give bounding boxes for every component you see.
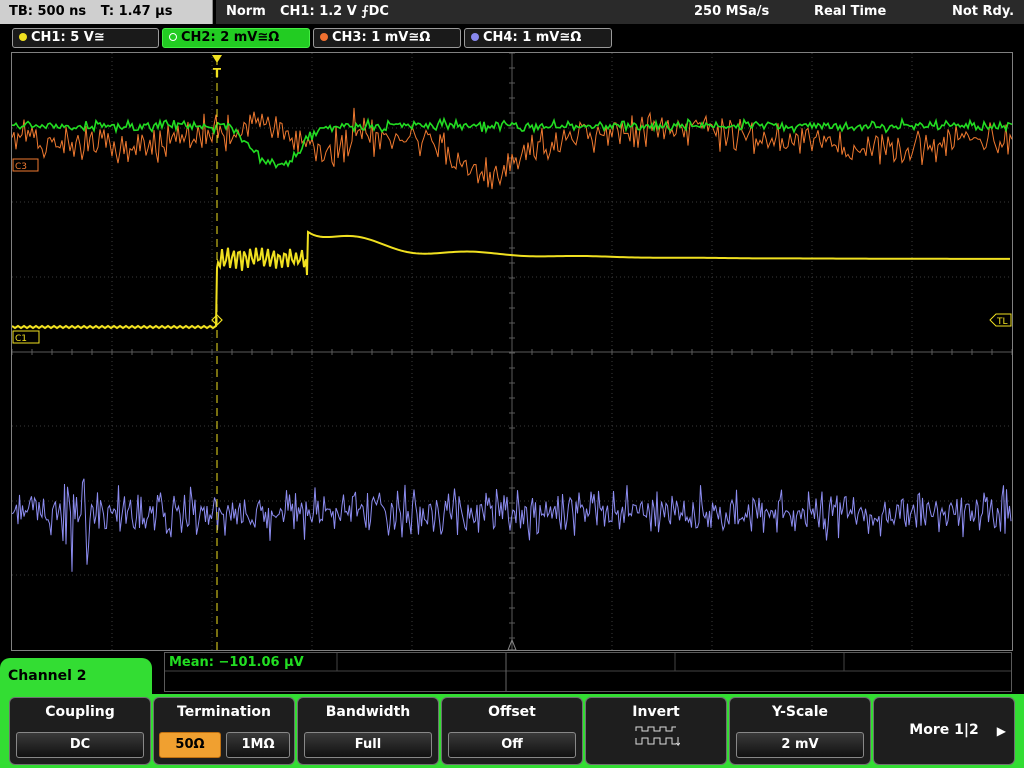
trigger-status: Not Rdy. [952,4,1015,19]
ch3-marker-label: C3 [15,162,27,172]
termination-1m-option[interactable]: 1MΩ [226,732,290,758]
termination-50-option[interactable]: 50Ω [159,732,221,758]
ch1-trace [12,230,1011,330]
trigger-status-box[interactable]: Norm CH1: 1.2 V ⨍DC 250 MSa/s Real Time … [216,0,1024,24]
ch3-ground-marker[interactable]: C3 [12,158,39,172]
yscale-softkey[interactable]: Y-Scale 2 mV [729,697,871,765]
offset-softkey[interactable]: Offset Off [441,697,583,765]
offset-value[interactable]: Off [448,732,576,758]
tab-ch1-label: CH1: 5 V≅ [31,30,105,45]
bandwidth-label: Bandwidth [325,704,411,720]
chevron-right-icon: ▶ [996,724,1006,738]
trigger-level-marker[interactable]: TL [989,313,1012,327]
ch1-marker-label: C1 [15,334,27,344]
tab-ch3[interactable]: CH3: 1 mV≅Ω [313,28,461,48]
tab-ch4-label: CH4: 1 mV≅Ω [483,30,582,45]
waveform-canvas: T C3 C1 TL [12,53,1012,650]
timebase-value: TB: 500 ns [9,4,87,19]
invert-softkey[interactable]: Invert [585,697,727,765]
trigger-position-icon[interactable]: T [212,55,222,80]
waveform-display[interactable]: T C3 C1 TL [11,52,1013,651]
trigger-source: CH1: 1.2 V ⨍DC [280,4,389,19]
ch2-dot-icon [169,33,177,41]
menu-title: Channel 2 [0,658,152,700]
measurement-bar[interactable]: Mean: −101.06 µV [164,652,1012,692]
termination-softkey[interactable]: Termination 50Ω 1MΩ [153,697,295,765]
offset-label: Offset [488,704,536,720]
sample-rate: 250 MSa/s [694,4,770,19]
bandwidth-value[interactable]: Full [304,732,432,758]
more-softkey[interactable]: More 1|2 ▶ [873,697,1015,765]
tab-ch2-label: CH2: 2 mV≅Ω [181,30,280,45]
more-label: More 1|2 [909,722,979,738]
tab-ch4[interactable]: CH4: 1 mV≅Ω [464,28,612,48]
invert-waveform-icon [635,726,680,747]
mean-measurement: Mean: −101.06 µV [169,655,304,670]
svg-text:T: T [213,66,222,80]
ch1-dot-icon [19,33,27,41]
bandwidth-softkey[interactable]: Bandwidth Full [297,697,439,765]
coupling-value[interactable]: DC [16,732,144,758]
tab-ch1[interactable]: CH1: 5 V≅ [12,28,159,48]
trigger-time-value: T: 1.47 µs [100,4,173,19]
yscale-label: Y-Scale [771,704,828,720]
coupling-softkey[interactable]: Coupling DC [9,697,151,765]
tab-ch3-label: CH3: 1 mV≅Ω [332,30,431,45]
status-bar: TB: 500 ns T: 1.47 µs Norm CH1: 1.2 V ⨍D… [0,0,1024,25]
trigger-level-label: TL [996,317,1008,327]
yscale-value[interactable]: 2 mV [736,732,864,758]
tab-ch2[interactable]: CH2: 2 mV≅Ω [162,28,310,48]
ch1-ground-marker[interactable]: C1 [12,330,40,344]
acquisition-mode: Real Time [814,4,887,19]
channel-tabs: CH1: 5 V≅ CH2: 2 mV≅Ω CH3: 1 mV≅Ω CH4: 1… [0,25,1024,50]
timebase-box[interactable]: TB: 500 ns T: 1.47 µs [0,0,213,24]
invert-label: Invert [632,704,680,720]
ch3-dot-icon [320,33,328,41]
coupling-label: Coupling [45,704,115,720]
ch4-dot-icon [471,33,479,41]
termination-label: Termination [177,704,271,720]
trigger-mode: Norm [226,4,266,19]
